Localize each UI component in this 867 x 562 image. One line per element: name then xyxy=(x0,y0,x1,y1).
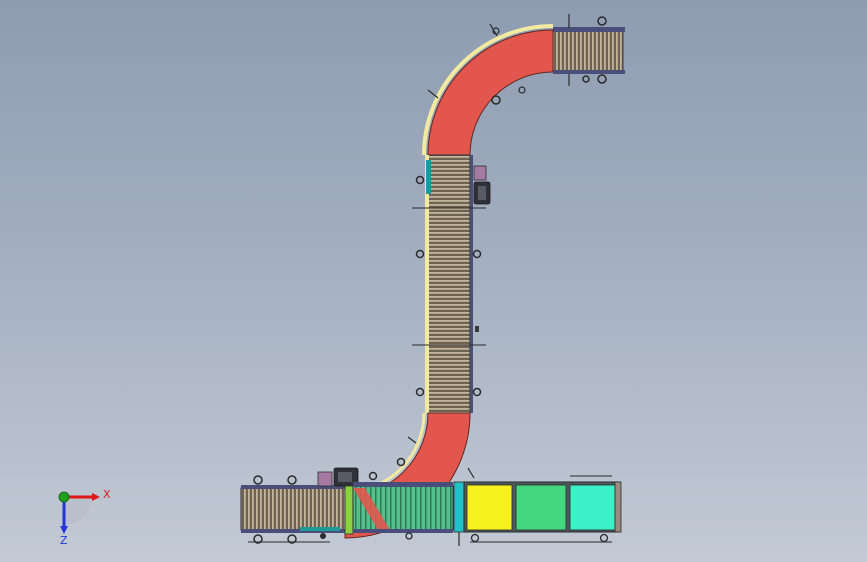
cyan-module[interactable] xyxy=(569,484,616,531)
upper-curve-section[interactable] xyxy=(422,23,554,156)
x-axis-label: X xyxy=(103,488,111,501)
graphics-viewport[interactable]: X Z xyxy=(0,0,867,562)
sorting-modules[interactable] xyxy=(463,475,622,543)
conveyor-assembly-model[interactable]: X Z xyxy=(0,0,867,562)
top-roller-section[interactable] xyxy=(552,14,625,86)
z-axis-label: Z xyxy=(60,534,68,547)
yellow-module[interactable] xyxy=(466,484,513,531)
drive-motor-lower[interactable] xyxy=(317,467,359,487)
drive-motor-upper[interactable] xyxy=(473,165,491,205)
axis-triad-icon: X Z xyxy=(58,488,111,547)
green-module[interactable] xyxy=(515,484,567,531)
